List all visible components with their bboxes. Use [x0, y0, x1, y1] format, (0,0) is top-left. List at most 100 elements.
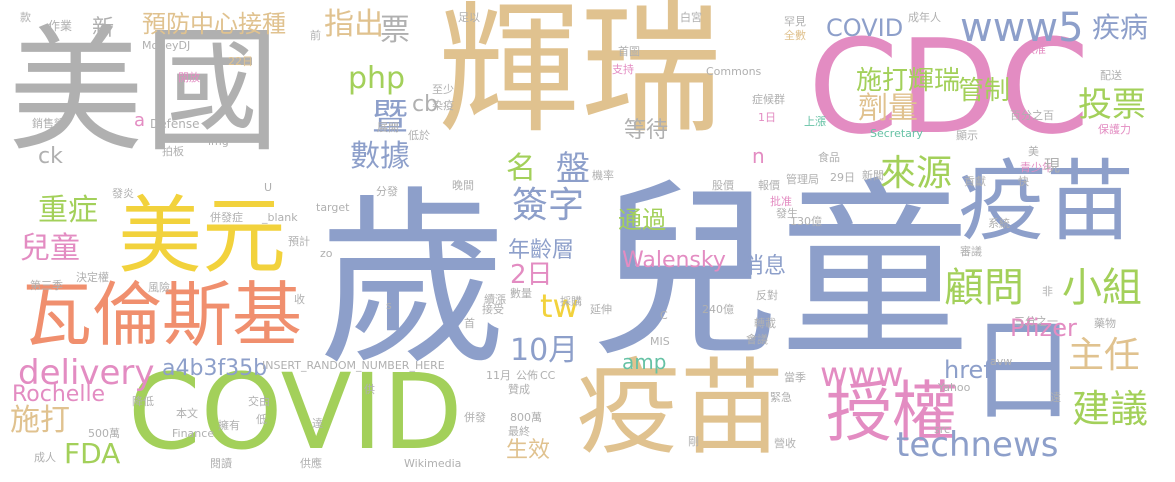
word-cloud-word: 盤 — [556, 149, 590, 189]
word-cloud-word: 晚間 — [452, 179, 474, 192]
word-cloud-word: 最終 — [508, 425, 530, 438]
word-cloud-word: 首 — [464, 317, 475, 330]
word-cloud-word: U — [264, 181, 273, 194]
word-cloud-word: 審議 — [960, 245, 982, 258]
word-cloud-word: FDA — [64, 437, 121, 470]
word-cloud-word: 報價 — [758, 179, 780, 192]
word-cloud-word: 緊急 — [770, 391, 792, 404]
word-cloud-word: 消息 — [742, 254, 787, 279]
word-cloud-word: 作業 — [48, 19, 73, 33]
word-cloud-word: src — [934, 423, 951, 436]
word-cloud-word: 兒童 — [20, 231, 80, 266]
word-cloud-word: 成年人 — [908, 11, 941, 24]
word-cloud-word: href — [944, 356, 992, 384]
word-cloud-word: 施打 — [10, 403, 70, 438]
word-cloud-word: Rochelle — [12, 382, 106, 407]
word-cloud-word: 800萬 — [510, 411, 542, 424]
word-cloud-word: 1日 — [758, 111, 776, 124]
word-cloud-word: a4b3f35b — [162, 356, 268, 381]
word-cloud-word: 供應 — [300, 457, 322, 470]
word-cloud-word: MIS — [650, 335, 670, 348]
word-cloud-word: technews — [896, 425, 1059, 465]
word-cloud-word: Wikimedia — [404, 457, 462, 470]
word-cloud-word: 年齡層 — [508, 238, 575, 263]
word-cloud-word: 數量 — [510, 287, 532, 300]
word-cloud-word: 展開 — [377, 121, 399, 134]
word-cloud-word: 款 — [20, 11, 31, 24]
word-cloud-word: 美元 — [118, 187, 287, 285]
word-cloud-word: 成人 — [34, 451, 56, 464]
word-cloud-word: 名 — [506, 151, 536, 186]
word-cloud-word: 供 — [364, 383, 375, 396]
word-cloud-word: 首圖 — [618, 45, 640, 58]
word-cloud-word: 預防中心接種 — [142, 10, 286, 38]
word-cloud-word: php — [348, 61, 406, 96]
word-cloud-word: 簽字 — [512, 185, 585, 226]
word-cloud-word: 藥物 — [1094, 317, 1116, 330]
word-cloud-word: 來源 — [880, 153, 953, 194]
word-cloud-word: 240億 — [702, 303, 734, 316]
word-cloud-word: 低 — [256, 413, 267, 426]
word-cloud-word: 低於 — [408, 129, 430, 142]
word-cloud-word: 症候群 — [752, 93, 785, 106]
word-cloud-word: 接受 — [482, 303, 504, 316]
word-cloud-word: 票 — [380, 13, 410, 48]
word-cloud-word: img — [208, 135, 229, 148]
word-cloud-word: 第三季 — [30, 279, 63, 292]
word-cloud-word: 投票 — [1078, 85, 1146, 125]
word-cloud-word: 130億 — [790, 215, 822, 228]
word-cloud-word: COVID — [826, 14, 904, 42]
word-cloud-word: 前 — [310, 29, 321, 42]
word-cloud-word: 顯示 — [956, 129, 978, 142]
word-cloud-word: 收 — [294, 293, 305, 306]
word-cloud-word: www5 — [960, 5, 1084, 51]
word-cloud-word: Finance — [172, 427, 215, 440]
word-cloud-word: 剛 — [688, 435, 699, 448]
word-cloud-word: 併發 — [464, 411, 486, 424]
word-cloud-word: 新聞 — [862, 169, 884, 182]
word-cloud-word: 交由 — [248, 395, 270, 408]
word-cloud-word: 美 — [1028, 145, 1039, 158]
word-cloud-word: 500萬 — [88, 427, 120, 440]
word-cloud-word: 支持 — [612, 63, 634, 76]
word-cloud-word: Commons — [706, 65, 762, 78]
word-cloud-word: 批准 — [770, 195, 792, 208]
word-cloud-word: 食品 — [818, 151, 840, 164]
word-cloud-word: zo — [320, 247, 333, 260]
word-cloud-word: 數據 — [350, 139, 410, 174]
word-cloud-word: 百分之百 — [1010, 109, 1054, 122]
word-cloud-word: 閱讀 — [210, 457, 232, 470]
word-cloud-word: 當季 — [784, 371, 806, 384]
word-cloud-word: 轉載 — [754, 317, 776, 330]
word-cloud-word: 分發 — [376, 185, 398, 198]
word-cloud-word: 管理局 — [786, 173, 819, 186]
word-cloud-word: 公佈 — [516, 369, 538, 382]
word-cloud-word: 風險 — [148, 281, 170, 294]
word-cloud-word: 贊成 — [508, 383, 530, 396]
word-cloud-word: MoneyDJ — [142, 39, 191, 52]
word-cloud-word: CC — [540, 369, 556, 382]
word-cloud-word: 決定權 — [76, 271, 109, 284]
word-cloud-word: 通過 — [618, 206, 666, 234]
word-cloud-word: Secretary — [870, 127, 923, 140]
word-cloud-word: 全數 — [784, 29, 806, 42]
word-cloud-word: 非 — [1042, 285, 1053, 298]
word-cloud-word: 延伸 — [590, 303, 612, 316]
word-cloud-word: 小組 — [1062, 265, 1142, 311]
word-cloud-word: s — [386, 299, 392, 312]
word-cloud-word: 開放 — [178, 71, 200, 84]
word-cloud-word: 生效 — [506, 438, 551, 463]
word-cloud-word: 預計 — [288, 235, 310, 248]
word-cloud-word: 指出 — [324, 7, 384, 42]
word-cloud-word: 10月 — [510, 333, 579, 368]
word-cloud-word: 反對 — [756, 289, 778, 302]
word-cloud-word: 快 — [1018, 175, 1029, 188]
word-cloud-word: C — [660, 309, 668, 322]
word-cloud-word: 股價 — [712, 179, 734, 192]
word-cloud-word: 擁有 — [218, 419, 240, 432]
word-cloud-word: 達 — [312, 417, 323, 430]
word-cloud-word: www — [820, 355, 904, 395]
word-cloud-word: 疫苗 — [576, 347, 785, 469]
word-cloud-word: 本文 — [176, 407, 198, 420]
word-cloud-word: Walensky — [622, 248, 726, 273]
